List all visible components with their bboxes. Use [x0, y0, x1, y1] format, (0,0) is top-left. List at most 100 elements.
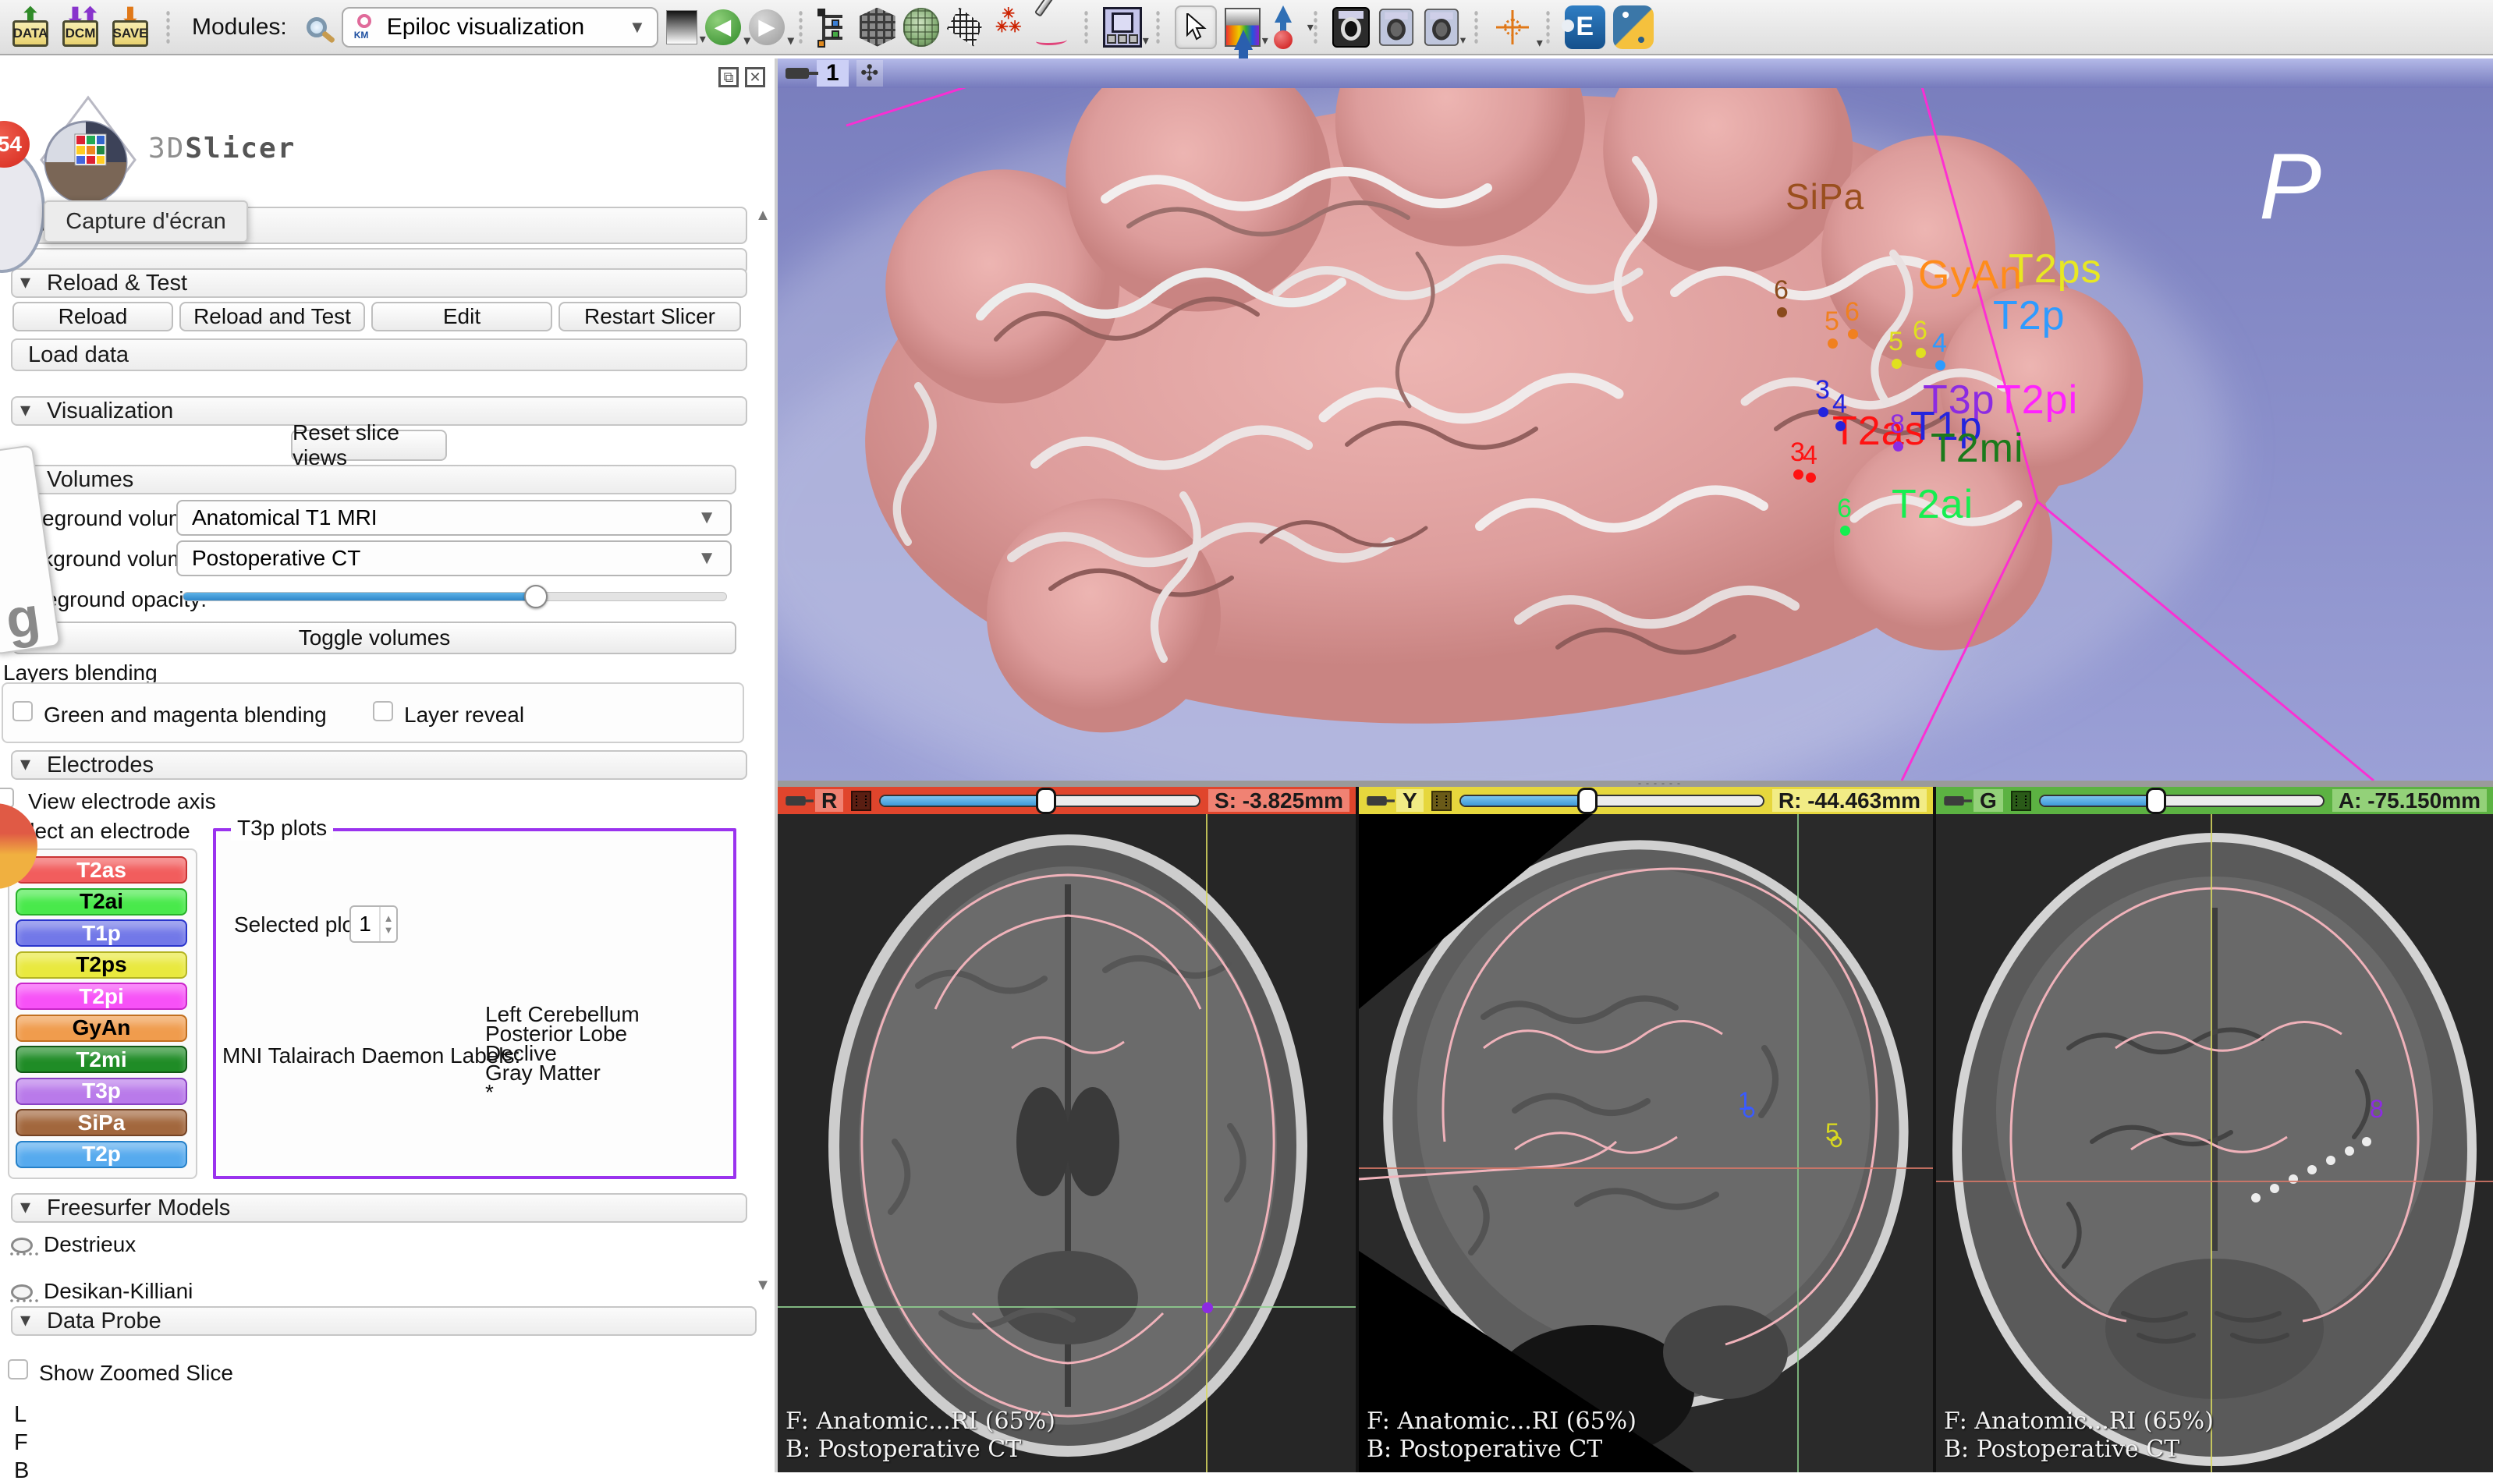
- module-back-button[interactable]: ◀▾: [705, 9, 741, 45]
- undock-panel-button[interactable]: ⧉: [718, 67, 739, 87]
- foreground-opacity-slider[interactable]: [183, 592, 727, 601]
- edit-button[interactable]: Edit: [371, 302, 552, 331]
- view-label: 1: [817, 60, 849, 87]
- reload-button[interactable]: Reload: [12, 302, 173, 331]
- markups-icon[interactable]: ✳✳✳: [991, 8, 1027, 47]
- electrode-button-GyAn[interactable]: GyAn: [16, 1015, 187, 1042]
- slice-view-yellow[interactable]: 1 5 Y R: -44.463mm F: Anatomic...RI (65%…: [1359, 787, 1933, 1472]
- extensions-manager-icon[interactable]: E: [1565, 5, 1605, 49]
- foreground-volume-selector[interactable]: Anatomical T1 MRI ▼: [176, 500, 732, 536]
- place-fiducial-button[interactable]: ▾: [1268, 5, 1300, 49]
- pin-icon[interactable]: [1944, 796, 1964, 806]
- pin-icon[interactable]: [785, 68, 809, 79]
- electrode-button-T2as[interactable]: T2as: [16, 856, 187, 884]
- save-icon[interactable]: ⬇ SAVE: [109, 6, 151, 48]
- section-reload-test[interactable]: Reload & Test: [11, 268, 747, 298]
- reset-slice-views-button[interactable]: Reset slice views: [291, 430, 447, 461]
- module-selector[interactable]: KM Epiloc visualization ▼: [342, 7, 658, 48]
- slider-handle[interactable]: [1036, 788, 1056, 814]
- view-splitter[interactable]: [778, 781, 2493, 787]
- slice-offset-value: S: -3.825mm: [1208, 789, 1349, 812]
- green-magenta-checkbox[interactable]: [12, 701, 33, 721]
- electrode-label-T2ai: T2ai: [1892, 481, 1973, 528]
- t3p-plots-title: T3p plots: [231, 816, 333, 841]
- threed-view-controller-bar[interactable]: 1: [778, 58, 2493, 88]
- transforms-icon[interactable]: [947, 8, 983, 47]
- threed-view[interactable]: 1 P SiPa GyAn T2ps T2p T3p T2pi T2as T1p…: [778, 58, 2493, 781]
- red-slice-offset-slider[interactable]: [879, 795, 1200, 807]
- models-icon[interactable]: [903, 8, 939, 47]
- adjust-window-level-button[interactable]: ▾: [1225, 8, 1261, 47]
- load-data-icon[interactable]: ⬆ DATA: [9, 6, 51, 48]
- python-console-icon[interactable]: [1613, 5, 1654, 49]
- slice-view-red[interactable]: R S: -3.825mm F: Anatomic...RI (65%) B: …: [778, 787, 1356, 1472]
- module-search-button[interactable]: [300, 10, 334, 44]
- yellow-slice-controller[interactable]: Y R: -44.463mm: [1359, 787, 1933, 814]
- toolbar-separator: [1543, 9, 1554, 46]
- electrode-button-T2mi[interactable]: T2mi: [16, 1046, 187, 1073]
- mouse-interaction-button[interactable]: [1175, 5, 1217, 49]
- module-forward-button[interactable]: ▶▾: [749, 9, 785, 45]
- electrode-button-T2p[interactable]: T2p: [16, 1141, 187, 1168]
- axial-ct-image: [778, 814, 1356, 1472]
- electrode-button-T2ps[interactable]: T2ps: [16, 951, 187, 979]
- slice-marker-label: 5: [1825, 1118, 1839, 1147]
- slider-handle[interactable]: [1577, 788, 1598, 814]
- pin-icon[interactable]: [1367, 796, 1387, 806]
- subject-hierarchy-icon[interactable]: [817, 9, 852, 46]
- slice-model-icon[interactable]: [2011, 791, 2031, 811]
- save-icon-label: SAVE: [112, 26, 147, 41]
- selected-plot-label: Selected plot:: [234, 912, 367, 937]
- slice-view-green[interactable]: 8 G A: -75.150mm F: Anatomic...RI (65%) …: [1936, 787, 2493, 1472]
- slice-model-icon[interactable]: [1431, 791, 1452, 811]
- layer-reveal-checkbox[interactable]: [373, 701, 393, 721]
- slice-letter-chip[interactable]: Y: [1396, 789, 1424, 812]
- slice-letter-chip[interactable]: G: [1973, 789, 2003, 812]
- green-slice-controller[interactable]: G A: -75.150mm: [1936, 787, 2493, 814]
- close-panel-button[interactable]: ✕: [745, 67, 765, 87]
- electrode-button-T1p[interactable]: T1p: [16, 919, 187, 947]
- reload-and-test-button[interactable]: Reload and Test: [179, 302, 365, 331]
- slice-model-icon[interactable]: [851, 791, 871, 811]
- slider-handle[interactable]: [524, 585, 548, 608]
- scene-view-restore-button[interactable]: ▾: [1424, 9, 1459, 46]
- freesurfer-item-destrieux[interactable]: Destrieux: [44, 1232, 136, 1257]
- show-zoomed-slice-checkbox[interactable]: [8, 1359, 28, 1380]
- electrode-button-T2ai[interactable]: T2ai: [16, 888, 187, 916]
- toggle-volumes-button[interactable]: Toggle volumes: [12, 622, 736, 654]
- section-data-probe[interactable]: Data Probe: [11, 1306, 757, 1336]
- section-freesurfer-models[interactable]: Freesurfer Models: [11, 1193, 747, 1223]
- view-options-icon[interactable]: [856, 60, 883, 87]
- electrode-button-SiPa[interactable]: SiPa: [16, 1109, 187, 1136]
- scroll-down-arrow[interactable]: ▼: [754, 1277, 771, 1295]
- electrode-button-T2pi[interactable]: T2pi: [16, 983, 187, 1010]
- crosshair-button[interactable]: ▾: [1493, 7, 1532, 48]
- module-history-button[interactable]: ▾: [666, 10, 697, 44]
- green-slice-offset-slider[interactable]: [2039, 795, 2325, 807]
- screenshot-button[interactable]: [1332, 7, 1370, 48]
- volume-rendering-icon[interactable]: [860, 8, 895, 47]
- scroll-up-arrow[interactable]: ▲: [754, 207, 771, 225]
- visibility-eye-icon[interactable]: [11, 1284, 33, 1300]
- background-volume-selector[interactable]: Postoperative CT ▼: [176, 540, 732, 576]
- load-data-button[interactable]: Load data: [11, 338, 747, 371]
- red-slice-controller[interactable]: R S: -3.825mm: [778, 787, 1356, 814]
- spinbox-arrows[interactable]: ▲▼: [379, 907, 396, 941]
- yellow-slice-offset-slider[interactable]: [1459, 795, 1764, 807]
- slider-handle[interactable]: [2146, 788, 2166, 814]
- probe-row-F: F: [14, 1430, 28, 1456]
- scene-view-capture-button[interactable]: [1379, 9, 1413, 46]
- freesurfer-item-desikan-killiani[interactable]: Desikan-Killiani: [44, 1279, 193, 1304]
- slice-letter-chip[interactable]: R: [815, 789, 843, 812]
- section-electrodes[interactable]: Electrodes: [11, 750, 747, 780]
- layout-selector-button[interactable]: ▾: [1103, 7, 1142, 48]
- selected-plot-spinbox[interactable]: 1 ▲▼: [349, 905, 398, 943]
- section-volumes[interactable]: Volumes: [11, 465, 736, 494]
- visibility-eye-icon[interactable]: [11, 1238, 33, 1253]
- restart-slicer-button[interactable]: Restart Slicer: [559, 302, 741, 331]
- dicom-icon[interactable]: ⬇⬆ DCM: [59, 6, 101, 48]
- pin-icon[interactable]: [785, 796, 806, 806]
- electrode-button-T3p[interactable]: T3p: [16, 1078, 187, 1105]
- annotations-icon[interactable]: [1034, 8, 1070, 47]
- chevron-down-icon: ▾: [700, 31, 706, 47]
